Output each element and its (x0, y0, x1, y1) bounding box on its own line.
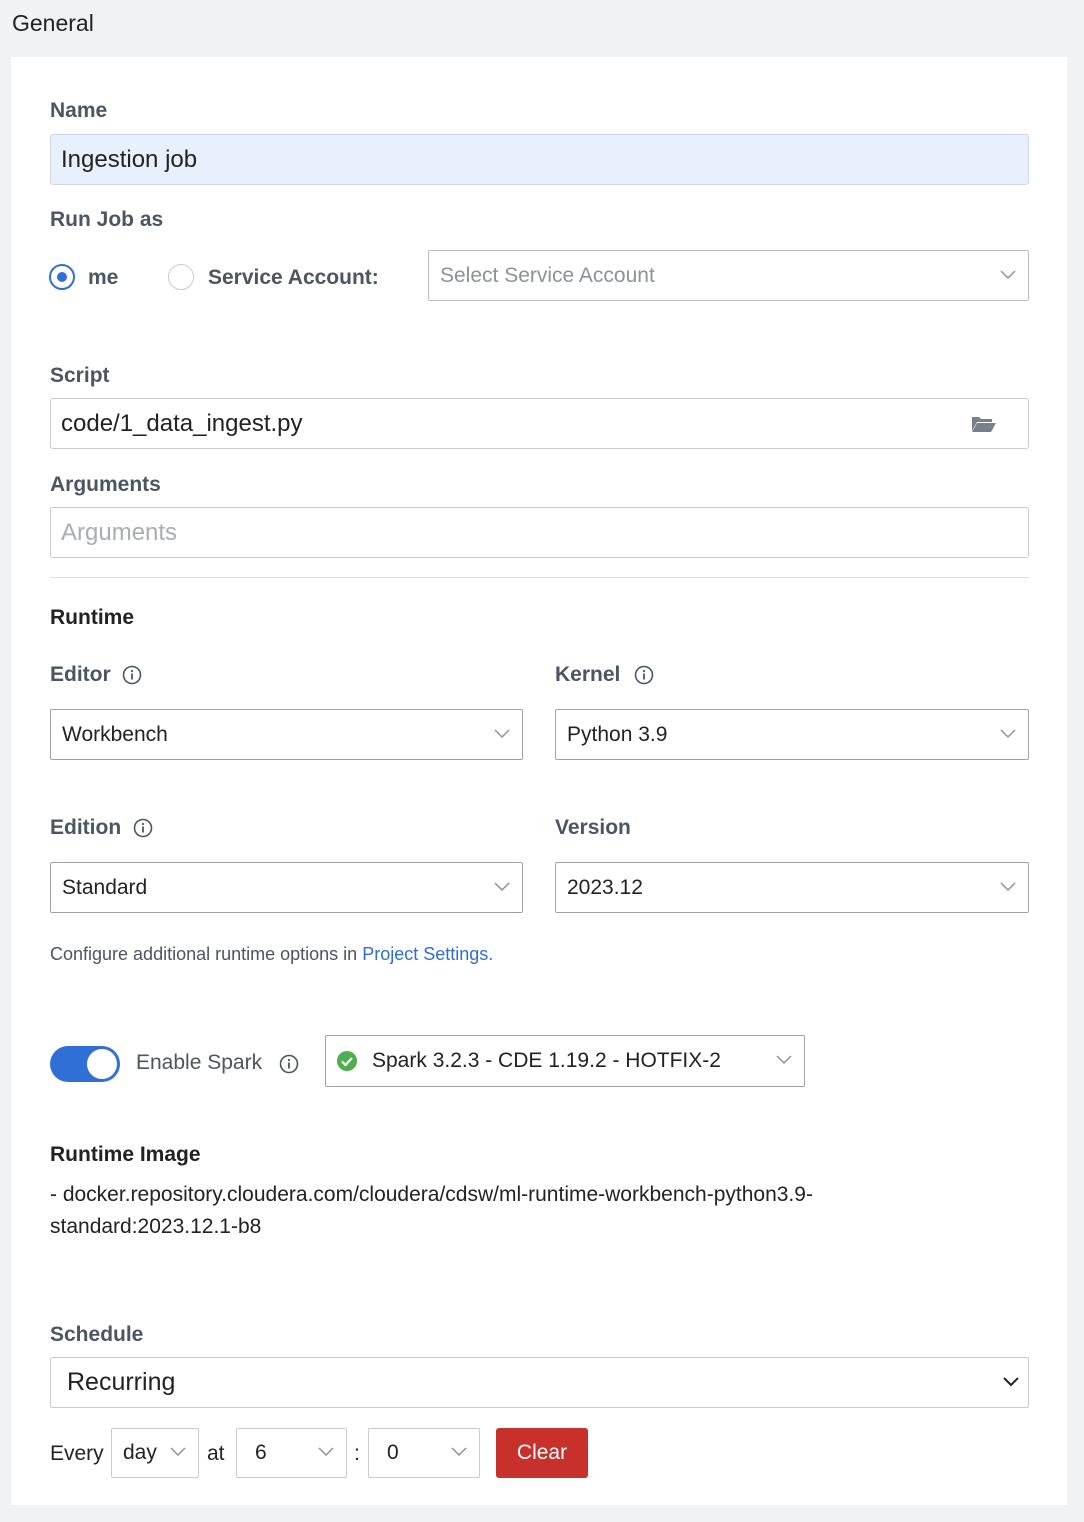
editor-label: Editor (50, 663, 111, 686)
chevron-down-icon (494, 728, 510, 738)
chevron-down-icon (170, 1447, 186, 1457)
service-account-select[interactable]: Select Service Account (428, 250, 1029, 301)
divider (50, 577, 1029, 578)
chevron-down-icon (776, 1055, 792, 1065)
kernel-select[interactable]: Python 3.9 (555, 709, 1029, 760)
name-input[interactable]: Ingestion job (50, 134, 1029, 185)
enable-spark-label: Enable Spark (136, 1051, 263, 1074)
radio-service-account-label[interactable]: Service Account: (208, 266, 379, 290)
radio-me[interactable] (49, 264, 75, 290)
runtime-image-line1: - docker.repository.cloudera.com/clouder… (50, 1183, 813, 1206)
runtime-note-period: . (488, 944, 494, 964)
script-input[interactable]: code/1_data_ingest.py (50, 398, 1029, 449)
edition-select[interactable]: Standard (50, 862, 523, 913)
edition-label: Edition (50, 816, 122, 839)
clear-button[interactable]: Clear (496, 1428, 588, 1478)
editor-value: Workbench (62, 722, 168, 746)
version-value: 2023.12 (567, 875, 643, 899)
check-circle-icon (337, 1051, 357, 1071)
runtime-note: Configure additional runtime options in … (50, 944, 493, 965)
runtime-image-line2: standard:2023.12.1-b8 (50, 1215, 262, 1238)
edition-value: Standard (62, 875, 148, 899)
chevron-down-icon (318, 1447, 334, 1457)
editor-select[interactable]: Workbench (50, 709, 523, 760)
info-icon[interactable] (122, 665, 142, 685)
arguments-input[interactable]: Arguments (50, 507, 1029, 558)
folder-open-icon[interactable] (971, 414, 997, 434)
radio-me-label[interactable]: me (88, 266, 118, 290)
arguments-label: Arguments (50, 473, 161, 496)
enable-spark-toggle[interactable] (50, 1046, 120, 1082)
toggle-knob (87, 1049, 117, 1079)
schedule-select[interactable]: Recurring (50, 1357, 1029, 1408)
spark-version-select[interactable]: Spark 3.2.3 - CDE 1.19.2 - HOTFIX-2 (325, 1035, 805, 1087)
chevron-down-icon (1000, 881, 1016, 891)
schedule-value: Recurring (67, 1368, 176, 1396)
period-select[interactable]: day (111, 1428, 199, 1478)
name-label: Name (50, 99, 108, 122)
project-settings-link[interactable]: Project Settings (362, 944, 488, 964)
minute-value: 0 (387, 1441, 399, 1464)
info-icon[interactable] (279, 1054, 299, 1074)
runtime-note-text: Configure additional runtime options in (50, 944, 363, 964)
script-value: code/1_data_ingest.py (61, 409, 303, 437)
version-label: Version (555, 816, 631, 839)
schedule-label: Schedule (50, 1323, 144, 1346)
runtime-title: Runtime (50, 606, 134, 629)
service-account-placeholder: Select Service Account (440, 263, 655, 287)
minute-select[interactable]: 0 (368, 1428, 480, 1478)
chevron-down-icon (494, 881, 510, 891)
chevron-down-icon (1003, 1376, 1019, 1386)
at-label: at (207, 1442, 225, 1465)
runtime-image-title: Runtime Image (50, 1143, 201, 1166)
chevron-down-icon (1000, 269, 1016, 279)
info-icon[interactable] (133, 818, 153, 838)
chevron-down-icon (1000, 728, 1016, 738)
section-title: General (12, 10, 94, 36)
kernel-value: Python 3.9 (567, 722, 668, 746)
version-select[interactable]: 2023.12 (555, 862, 1029, 913)
chevron-down-icon (451, 1447, 467, 1457)
hour-select[interactable]: 6 (236, 1428, 347, 1478)
run-as-label: Run Job as (50, 208, 164, 231)
hour-value: 6 (255, 1441, 267, 1464)
spark-version-value: Spark 3.2.3 - CDE 1.19.2 - HOTFIX-2 (372, 1049, 721, 1072)
every-label: Every (50, 1442, 104, 1465)
kernel-label: Kernel (555, 663, 621, 686)
radio-service-account[interactable] (168, 264, 194, 290)
time-separator: : (354, 1442, 360, 1465)
script-label: Script (50, 364, 110, 387)
info-icon[interactable] (634, 665, 654, 685)
period-value: day (123, 1441, 157, 1464)
